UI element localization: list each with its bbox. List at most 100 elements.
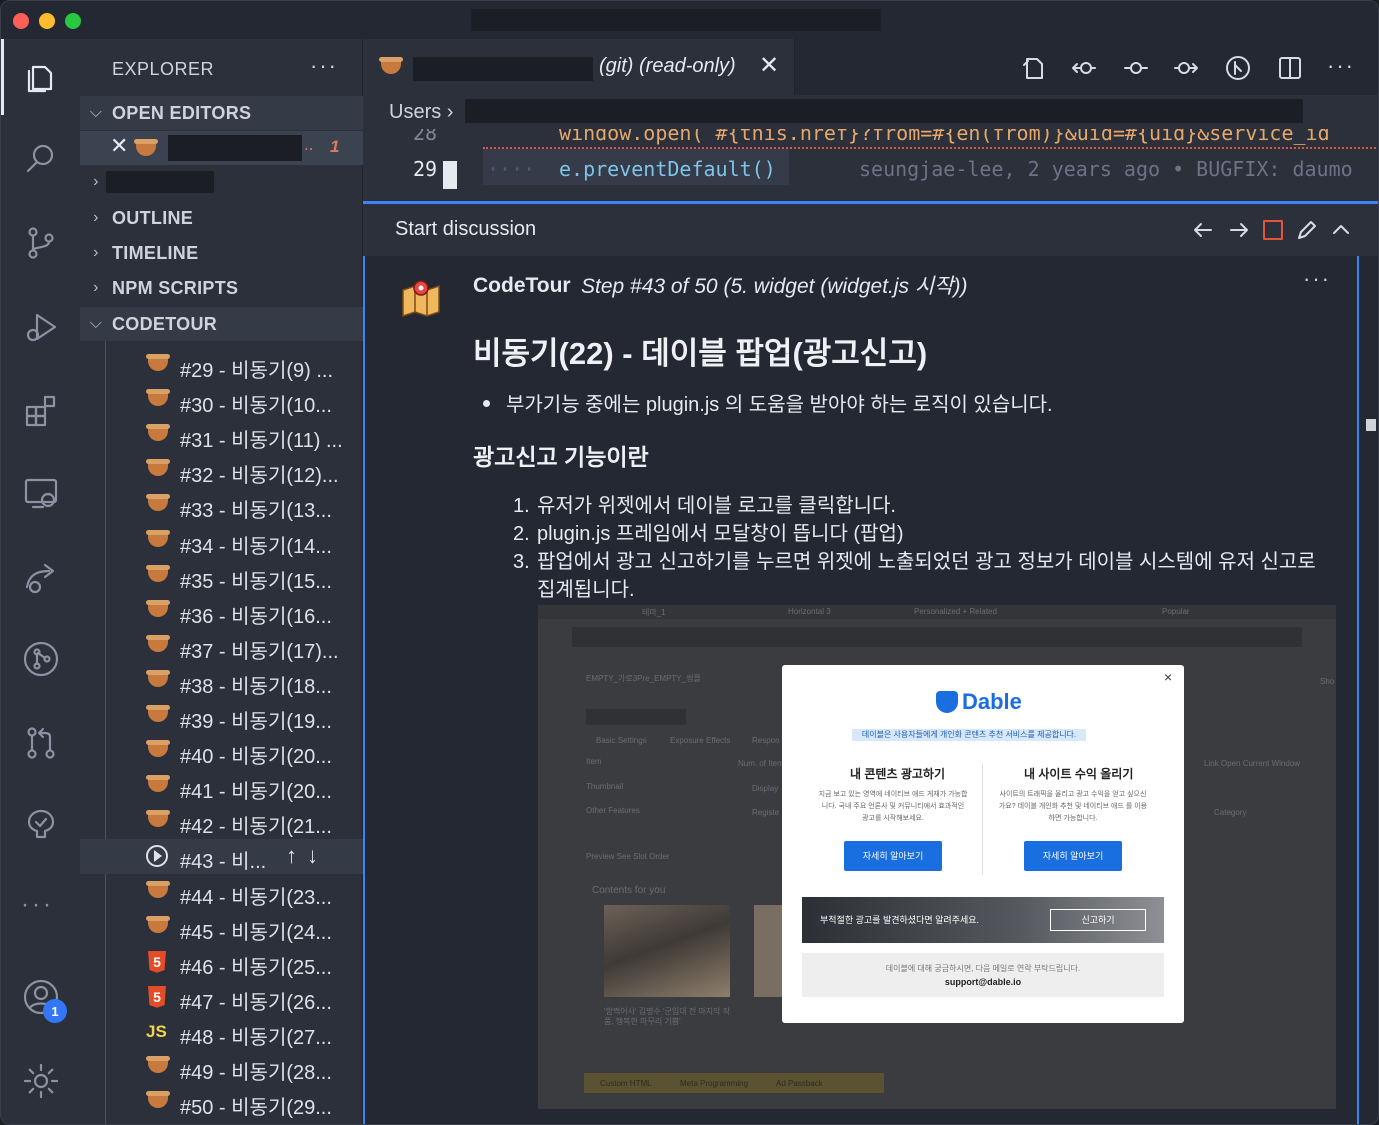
learn-more-button-left: 자세히 알아보기 (844, 841, 942, 871)
breakpoint-marker (443, 161, 457, 189)
edit-pencil-icon[interactable] (1295, 218, 1319, 242)
breadcrumb-users[interactable]: Users › (389, 101, 453, 124)
tour-step[interactable]: JS #48 - 비동기(27... (80, 1015, 363, 1050)
code-line-29: e.preventDefault() (559, 157, 776, 181)
tour-step-current[interactable]: #43 - 비... ↑↓ (80, 839, 363, 875)
tour-step[interactable]: #31 - 비동기(11) ... (80, 418, 363, 453)
active-editor-tab[interactable]: (git) (read-only) ✕ (363, 39, 795, 95)
explorer-icon[interactable] (19, 55, 63, 99)
stop-icon[interactable] (1261, 218, 1285, 242)
tour-step-label: #40 - 비동기(20... (180, 746, 332, 769)
tour-step[interactable]: 5 #47 - 비동기(26... (80, 980, 363, 1015)
learn-more-button-right: 자세히 알아보기 (1024, 841, 1122, 871)
problem-count: 1 (330, 137, 340, 156)
tour-step-label: #45 - 비동기(24... (180, 921, 332, 944)
section-outline-label: OUTLINE (112, 207, 194, 228)
codetour-icon[interactable] (19, 803, 63, 847)
close-icon[interactable]: ✕ (110, 133, 128, 159)
collapse-chevron-up-icon[interactable] (1329, 218, 1353, 242)
tour-step[interactable]: #45 - 비동기(24... (80, 910, 363, 945)
tour-step-label: #30 - 비동기(10... (180, 395, 332, 418)
java-cup-icon (146, 354, 170, 371)
zoom-window-button[interactable] (65, 13, 81, 29)
dable-logo-text: Dable (962, 689, 1022, 714)
tour-step[interactable]: #35 - 비동기(15... (80, 559, 363, 594)
run-debug-icon[interactable] (19, 305, 63, 349)
tour-step[interactable]: #33 - 비동기(13... (80, 488, 363, 523)
editor-more-icon[interactable]: ··· (1327, 53, 1355, 79)
remote-explorer-icon[interactable] (19, 471, 63, 515)
tour-step[interactable]: #42 - 비동기(21... (80, 804, 363, 839)
comment-more-icon[interactable]: ··· (1303, 266, 1331, 292)
pull-requests-icon[interactable] (19, 721, 63, 765)
arrow-right-icon[interactable] (1227, 218, 1251, 242)
section-outline[interactable]: › OUTLINE (80, 201, 363, 235)
tour-step[interactable]: #50 - 비동기(29... (80, 1085, 363, 1120)
git-graph-icon[interactable] (19, 637, 63, 681)
section-open-editors[interactable]: ⌵ OPEN EDITORS (80, 96, 363, 130)
tab-close-icon[interactable]: ✕ (759, 51, 779, 80)
title-bar (1, 1, 1378, 39)
split-editor-icon[interactable] (1277, 55, 1303, 81)
sidebar-title: EXPLORER (112, 59, 215, 79)
tour-step-label: #50 - 비동기(29... (180, 1097, 332, 1120)
codetour-steps-list: #29 - 비동기(9) ... #30 - 비동기(10... #31 - 비동기… (80, 341, 363, 1124)
extensions-icon[interactable] (19, 389, 63, 433)
settings-gear-icon[interactable] (19, 1059, 63, 1103)
tour-step[interactable]: #44 - 비동기(23... (80, 875, 363, 910)
editor-tab-bar: (git) (read-only) ✕ ··· (363, 39, 1378, 95)
arrow-left-icon[interactable] (1191, 218, 1215, 242)
minimize-window-button[interactable] (39, 13, 55, 29)
sidebar-more-icon[interactable]: ··· (310, 53, 338, 79)
search-icon[interactable] (19, 137, 63, 181)
section-codetour[interactable]: ⌵ CODETOUR (80, 307, 363, 341)
open-file-icon[interactable] (1021, 55, 1047, 81)
section-folder[interactable]: › (80, 165, 363, 199)
code-editor[interactable]: 28 window.open(`#{this.href}?from=#{en(f… (363, 129, 1378, 203)
java-cup-icon (146, 564, 170, 582)
live-share-icon[interactable] (19, 555, 63, 599)
git-lens-icon[interactable] (1225, 55, 1251, 81)
tour-step[interactable]: #30 - 비동기(10... (80, 383, 363, 418)
line-number-28: 28 (413, 129, 438, 145)
next-change-icon[interactable] (1173, 55, 1199, 81)
tour-step-label: #35 - 비동기(15... (180, 570, 332, 593)
tour-step[interactable]: #32 - 비동기(12)... (80, 453, 363, 488)
tour-step-label: #38 - 비동기(18... (180, 675, 332, 698)
section-timeline[interactable]: › TIMELINE (80, 236, 363, 270)
report-bar: 부적절한 광고를 발견하셨다면 알려주세요. 신고하기 (802, 897, 1164, 943)
tour-step[interactable]: #40 - 비동기(20... (80, 734, 363, 769)
tour-step[interactable]: #38 - 비동기(18... (80, 664, 363, 699)
open-editor-item[interactable]: ✕ .. 1 (80, 131, 363, 165)
tour-step-label: #31 - 비동기(11) ... (180, 430, 343, 453)
tour-step[interactable]: #39 - 비동기(19... (80, 699, 363, 734)
step-info: Step #43 of 50 (5. widget (widget.js 시작)… (581, 275, 968, 298)
tour-step[interactable]: #37 - 비동기(17)... (80, 629, 363, 664)
contact-text: 데이블에 대해 궁금하시면, 다음 메일로 연락 부탁드립니다. (885, 964, 1081, 973)
close-window-button[interactable] (13, 13, 29, 29)
source-control-icon[interactable] (19, 221, 63, 265)
list-item: 2. plugin.js 프레임에서 모달창이 뜹니다 (팝업) (513, 523, 904, 545)
git-commit-icon[interactable] (1123, 55, 1149, 81)
java-cup-icon (146, 669, 170, 687)
tour-step-label: #47 - 비동기(26... (180, 991, 332, 1014)
tour-step-label: #37 - 비동기(17)... (180, 640, 339, 663)
section-npm-scripts[interactable]: › NPM SCRIPTS (80, 271, 363, 305)
list-item: 1. 유저가 위젯에서 데이블 로고를 클릭합니다. (513, 495, 896, 517)
active-indicator (1, 39, 4, 115)
java-cup-icon (146, 389, 170, 407)
tour-step[interactable]: #41 - 비동기(20... (80, 769, 363, 804)
previous-change-icon[interactable] (1071, 55, 1097, 81)
modal-close-icon: × (1164, 669, 1173, 685)
chevron-right-icon: › (93, 279, 99, 296)
step-nav-arrows-icon[interactable]: ↑↓ (286, 843, 328, 869)
tour-step-label: #43 - 비... (180, 851, 267, 874)
tour-step[interactable]: 5 #46 - 비동기(25... (80, 945, 363, 980)
more-views-icon[interactable]: ··· (21, 891, 54, 919)
tour-step[interactable]: #49 - 비동기(28... (80, 1050, 363, 1085)
tour-step[interactable]: #29 - 비동기(9) ... (80, 348, 363, 383)
tour-step[interactable]: #34 - 비동기(14... (80, 524, 363, 559)
step-heading: 비동기(22) - 데이블 팝업(광고신고) (473, 336, 928, 371)
redacted-breadcrumb-path (465, 99, 1303, 123)
tour-step[interactable]: #36 - 비동기(16... (80, 594, 363, 629)
